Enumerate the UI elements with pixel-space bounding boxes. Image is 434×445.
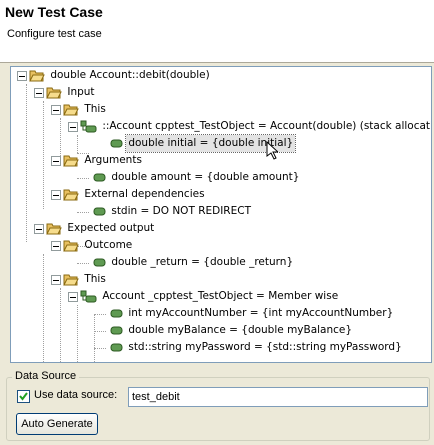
folder-open-icon (29, 70, 45, 82)
tree-node[interactable]: Input (46, 84, 97, 101)
tree-connector (26, 84, 27, 242)
tree-node-label: Expected output (67, 222, 155, 234)
folder-open-icon (63, 155, 79, 167)
value-node-icon (93, 207, 106, 216)
object-node-icon (80, 120, 97, 133)
tree-node-label: double _return = {double _return} (111, 256, 294, 268)
collapse-toggle[interactable] (34, 224, 44, 234)
tree-node[interactable]: std::string myPassword = {std::string my… (110, 339, 404, 356)
collapse-toggle[interactable] (51, 275, 61, 285)
collapse-toggle[interactable] (68, 122, 78, 132)
tree-node[interactable]: ::Account cpptest_TestObject = Account(d… (80, 118, 432, 135)
tree-connector (43, 101, 44, 209)
auto-generate-button[interactable]: Auto Generate (16, 413, 98, 435)
value-node-icon (93, 173, 106, 182)
tree-connector (77, 212, 89, 213)
tree-node[interactable]: double Account::debit(double) (29, 67, 212, 84)
tree-connector (94, 348, 106, 349)
data-source-input[interactable] (128, 387, 428, 407)
object-node-icon (80, 290, 97, 303)
tree-node-label: double myBalance = {double myBalance} (128, 324, 353, 336)
tree-node[interactable]: int myAccountNumber = {int myAccountNumb… (110, 305, 395, 322)
tree-connector (60, 288, 61, 362)
dialog-subtitle: Configure test case (7, 28, 102, 40)
tree-node-label: stdin = DO NOT REDIRECT (111, 205, 251, 217)
folder-open-icon (46, 223, 62, 235)
tree-connector (77, 305, 78, 362)
use-data-source-checkbox[interactable] (17, 390, 30, 403)
collapse-toggle[interactable] (51, 156, 61, 166)
collapse-toggle[interactable] (34, 88, 44, 98)
value-node-icon (93, 258, 106, 267)
tree-node[interactable]: double _return = {double _return} (93, 254, 295, 271)
data-source-group-title: Data Source (12, 370, 80, 382)
tree-node[interactable]: This (63, 271, 108, 288)
collapse-toggle[interactable] (51, 241, 61, 251)
tree-node-label: Account _cpptest_TestObject = Member wis… (102, 290, 339, 302)
tree-node[interactable]: double amount = {double amount} (93, 169, 301, 186)
value-node-icon (110, 326, 123, 335)
folder-open-icon (46, 87, 62, 99)
tree-connector (77, 135, 78, 153)
value-node-icon (110, 343, 123, 352)
tree-node[interactable]: Arguments (63, 152, 144, 169)
tree-node[interactable]: double myBalance = {double myBalance} (110, 322, 354, 339)
tree-node-label: Arguments (84, 154, 142, 166)
tree-connector (77, 178, 89, 179)
dialog-header: New Test Case Configure test case (0, 0, 434, 62)
value-node-icon (110, 139, 123, 148)
tree-connector (60, 118, 61, 158)
tree-node-label: External dependencies (84, 188, 205, 200)
tree-node[interactable]: Outcome (63, 237, 134, 254)
mouse-cursor-icon (266, 141, 278, 160)
tree-connector (43, 254, 44, 362)
collapse-toggle[interactable] (17, 71, 27, 81)
header-divider (0, 62, 434, 63)
tree-node-label: Outcome (84, 239, 133, 251)
collapse-toggle[interactable] (51, 105, 61, 115)
tree-connector (94, 331, 106, 332)
tree-node-label: Input (67, 86, 95, 98)
collapse-toggle[interactable] (68, 292, 78, 302)
tree-node-label: This (84, 273, 106, 285)
tree-node[interactable]: Account _cpptest_TestObject = Member wis… (80, 288, 340, 305)
checkmark-icon (19, 392, 28, 401)
folder-open-icon (63, 274, 79, 286)
folder-open-icon (63, 189, 79, 201)
tree-node-label: This (84, 103, 106, 115)
tree-connector (77, 263, 89, 264)
folder-open-icon (63, 104, 79, 116)
tree-node-label: std::string myPassword = {std::string my… (128, 341, 402, 353)
test-case-tree[interactable]: double Account::debit(double) Input This… (10, 66, 432, 363)
tree-node[interactable]: stdin = DO NOT REDIRECT (93, 203, 253, 220)
tree-node[interactable]: External dependencies (63, 186, 207, 203)
tree-node-label: int myAccountNumber = {int myAccountNumb… (128, 307, 394, 319)
tree-connector (94, 314, 106, 315)
use-data-source-label: Use data source: (34, 389, 118, 401)
tree-node[interactable]: Expected output (46, 220, 156, 237)
tree-node[interactable]: This (63, 101, 108, 118)
dialog-title: New Test Case (5, 4, 103, 20)
tree-node-label: ::Account cpptest_TestObject = Account(d… (102, 120, 432, 132)
value-node-icon (110, 309, 123, 318)
tree-node-label: double Account::debit(double) (50, 69, 210, 81)
collapse-toggle[interactable] (51, 190, 61, 200)
folder-open-icon (63, 240, 79, 252)
tree-connector (94, 315, 95, 362)
tree-node-label: double amount = {double amount} (111, 171, 300, 183)
